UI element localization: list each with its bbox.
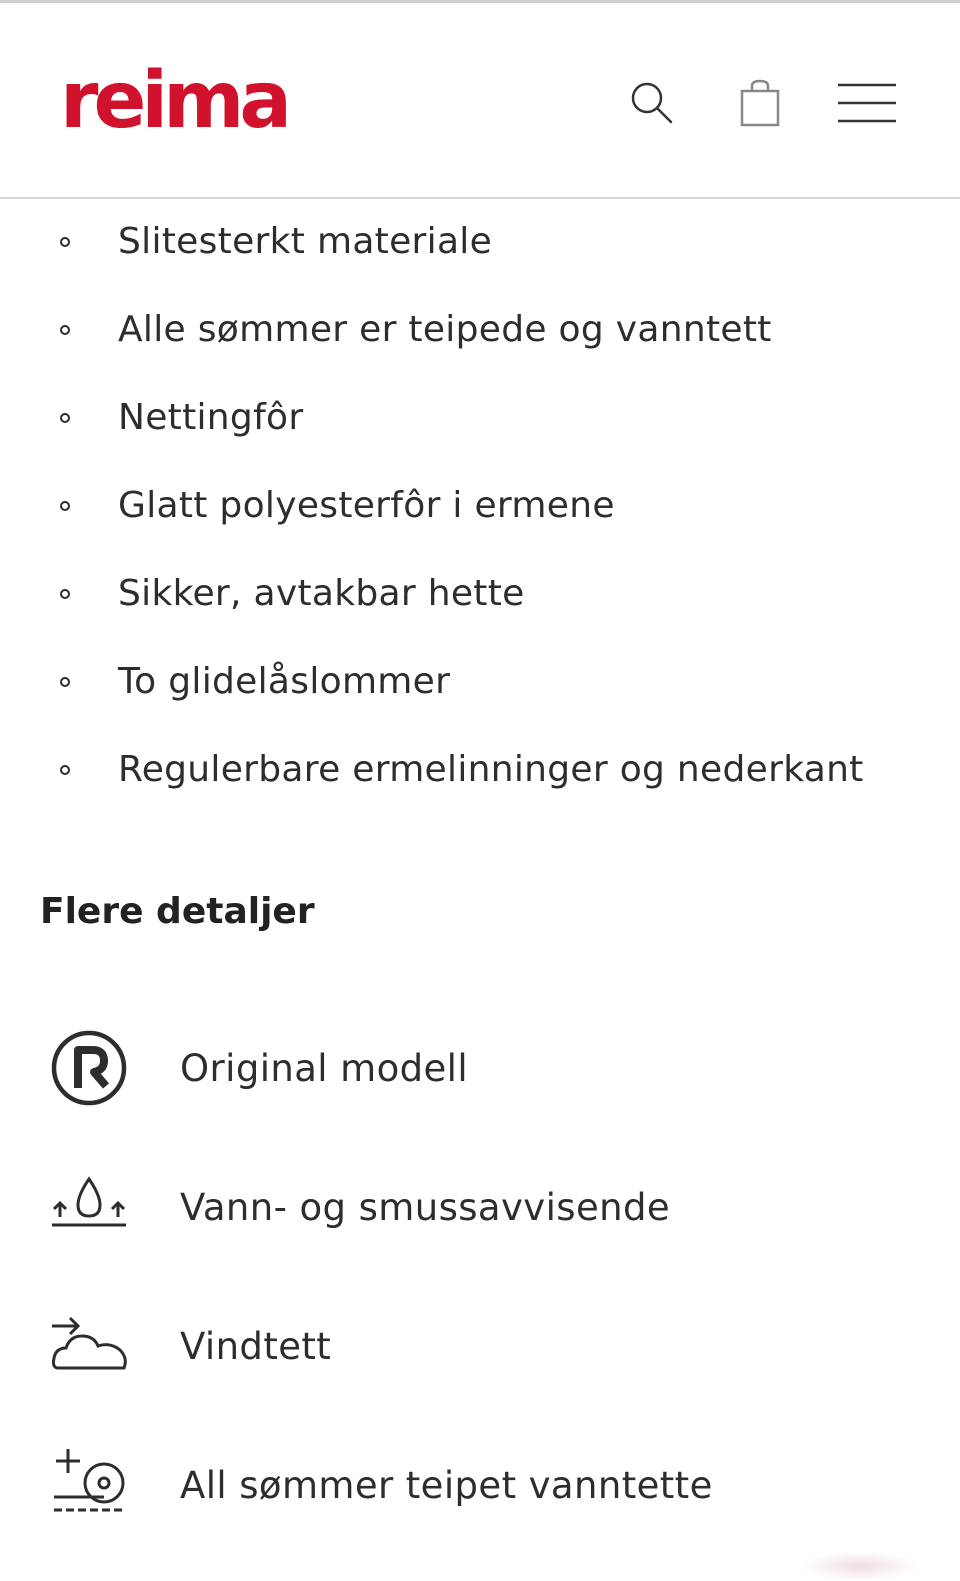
svg-text:reima: reima [60, 65, 287, 135]
bullet-icon [60, 237, 70, 247]
windproof-icon [48, 1304, 132, 1388]
bullet-icon [60, 765, 70, 775]
hamburger-menu-button[interactable] [836, 73, 898, 133]
detail-label: All sømmer teipet vanntette [180, 1464, 713, 1507]
corner-decoration [800, 1551, 920, 1581]
water-repellent-icon [48, 1165, 132, 1249]
shopping-bag-button[interactable] [730, 73, 790, 133]
taped-seams-icon [48, 1443, 132, 1527]
detail-item-original-model: Original modell [0, 1016, 960, 1126]
search-icon [631, 82, 673, 124]
list-item: Regulerbare ermelinninger og nederkant [0, 726, 960, 814]
feature-label: Sikker, avtakbar hette [118, 573, 525, 614]
original-model-icon [48, 1026, 132, 1110]
search-button[interactable] [622, 73, 682, 133]
feature-label: Glatt polyesterfôr i ermene [118, 485, 615, 526]
feature-label: Alle sømmer er teipede og vanntett [118, 309, 772, 350]
detail-item-water-repellent: Vann- og smussavvisende [0, 1155, 960, 1265]
bullet-icon [60, 501, 70, 511]
bullet-icon [60, 325, 70, 335]
feature-label: Slitesterkt materiale [118, 221, 493, 262]
detail-item-taped-seams: All sømmer teipet vanntette [0, 1433, 960, 1543]
list-item: Glatt polyesterfôr i ermene [0, 462, 960, 550]
list-item: Slitesterkt materiale [0, 198, 960, 286]
site-header: reima [0, 3, 960, 199]
detail-item-windproof: Vindtett [0, 1294, 960, 1404]
list-item: To glidelåslommer [0, 638, 960, 726]
bullet-icon [60, 677, 70, 687]
bullet-icon [60, 413, 70, 423]
details-heading: Flere detaljer [40, 891, 315, 932]
feature-label: Nettingfôr [118, 397, 304, 438]
detail-label: Vann- og smussavvisende [180, 1186, 671, 1229]
detail-label: Original modell [180, 1047, 469, 1090]
feature-list: Slitesterkt materiale Alle sømmer er tei… [0, 198, 960, 814]
hamburger-menu-icon [838, 83, 896, 123]
bullet-icon [60, 589, 70, 599]
detail-label: Vindtett [180, 1325, 332, 1368]
feature-label: Regulerbare ermelinninger og nederkant [118, 749, 864, 790]
list-item: Sikker, avtakbar hette [0, 550, 960, 638]
list-item: Alle sømmer er teipede og vanntett [0, 286, 960, 374]
list-item: Nettingfôr [0, 374, 960, 462]
shopping-bag-icon [740, 79, 780, 127]
reima-logo[interactable]: reima [60, 65, 296, 135]
feature-label: To glidelåslommer [118, 661, 451, 702]
